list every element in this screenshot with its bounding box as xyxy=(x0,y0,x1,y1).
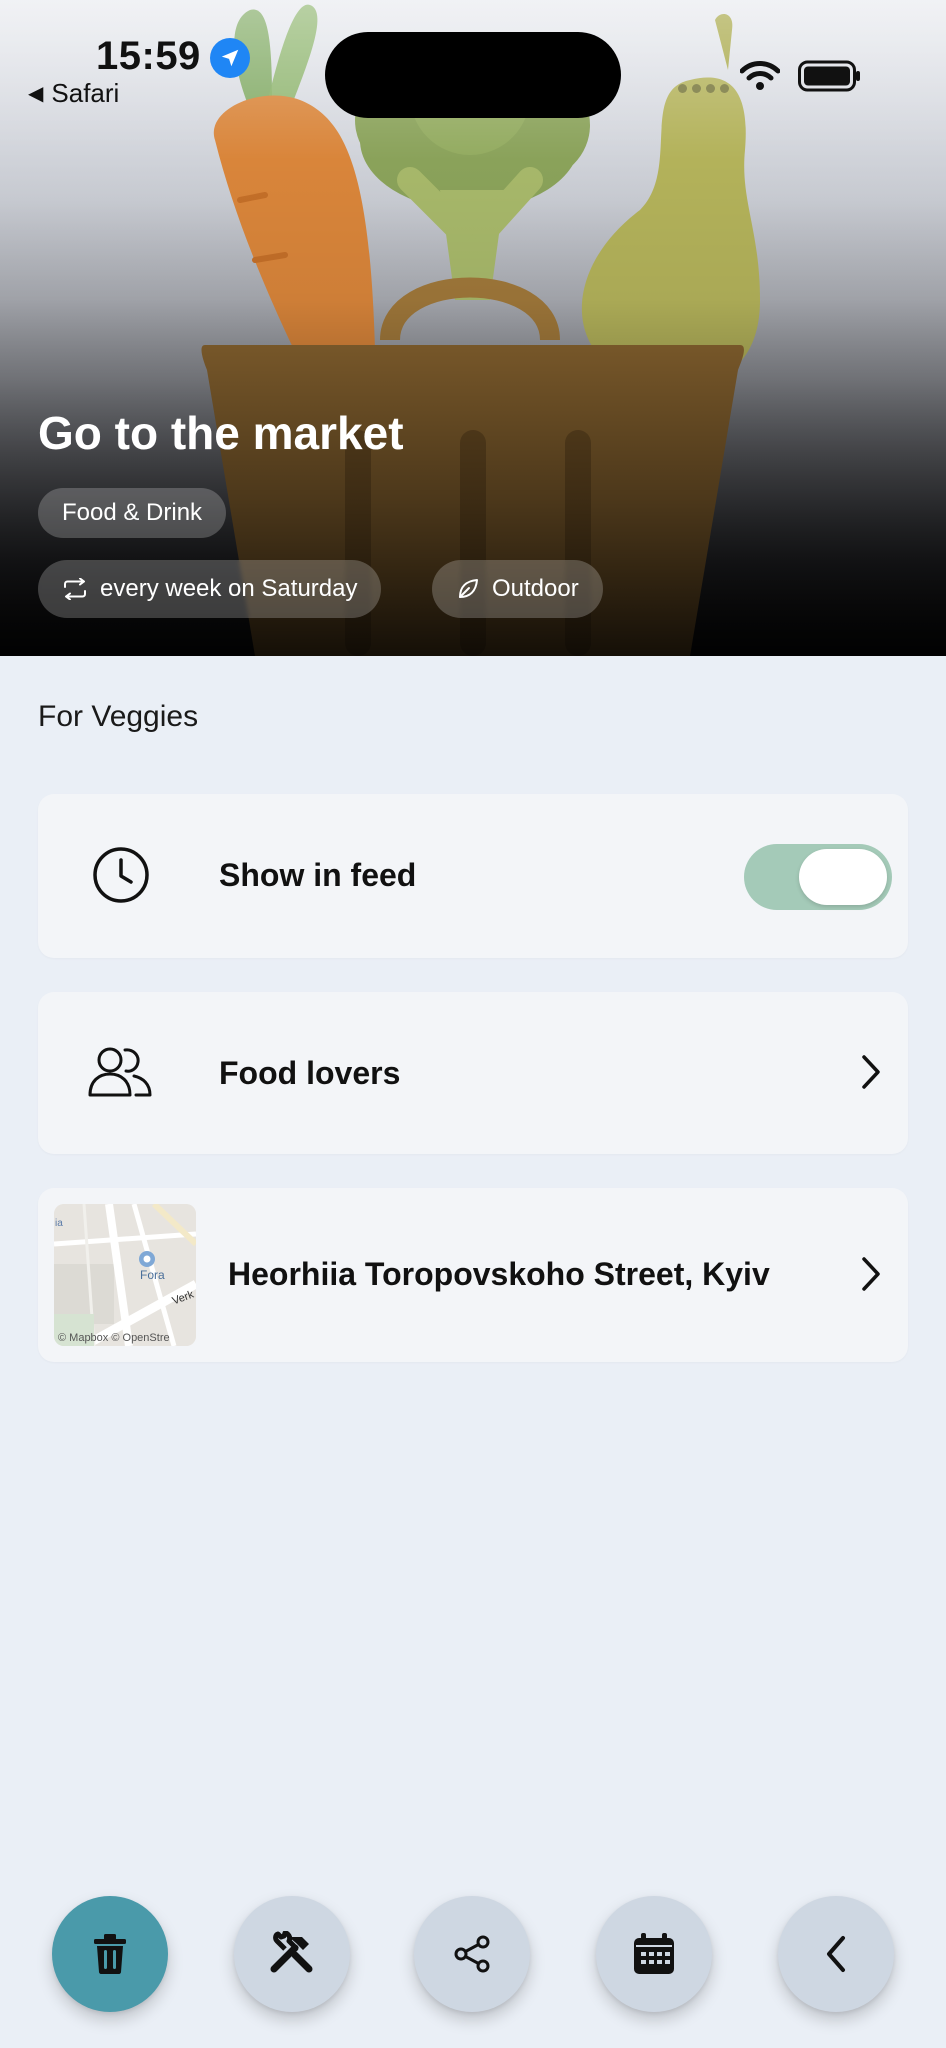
location-arrow-icon xyxy=(210,38,250,78)
wifi-icon xyxy=(740,61,780,90)
section-title: For Veggies xyxy=(38,700,199,733)
repeat-chip[interactable]: every week on Saturday xyxy=(38,560,382,618)
page-title: Go to the market xyxy=(38,407,404,459)
share-icon xyxy=(454,1935,490,1973)
tools-button[interactable] xyxy=(234,1896,350,2012)
back-triangle-icon: ◀ xyxy=(28,83,44,105)
map-tiles xyxy=(54,1204,196,1346)
show-in-feed-label: Show in feed xyxy=(219,857,417,893)
repeat-icon xyxy=(64,578,86,600)
show-in-feed-toggle[interactable] xyxy=(744,844,892,910)
chevron-right-icon xyxy=(862,1055,880,1089)
dynamic-island xyxy=(325,32,621,118)
status-time: 15:59 xyxy=(96,34,201,78)
place-type-chip[interactable]: Outdoor xyxy=(432,560,603,618)
people-icon xyxy=(88,1047,152,1097)
group-row[interactable]: Food lovers xyxy=(38,992,908,1154)
toggle-knob xyxy=(799,849,887,905)
map-attribution: © Mapbox © OpenStre xyxy=(58,1332,170,1344)
cellular-signal-icon xyxy=(678,84,729,93)
category-chip[interactable]: Food & Drink xyxy=(38,488,227,538)
back-app-label: Safari xyxy=(51,78,120,108)
tools-icon xyxy=(270,1931,313,1973)
category-label: Food & Drink xyxy=(62,499,203,526)
location-row[interactable]: Fora Verk ia © Mapbox © OpenStre Heorhii… xyxy=(38,1188,908,1362)
back-to-app-link[interactable]: ◀ Safari xyxy=(28,78,119,109)
map-edge-label: ia xyxy=(55,1218,63,1229)
hero-header: 15:59 ◀ Safari Go to the market Food & D… xyxy=(0,0,946,656)
delete-button[interactable] xyxy=(52,1896,168,2012)
group-label: Food lovers xyxy=(219,1055,401,1091)
clock-icon xyxy=(93,847,149,903)
share-button[interactable] xyxy=(414,1896,530,2012)
battery-icon xyxy=(798,60,860,92)
map-poi-label: Fora xyxy=(140,1268,165,1282)
calendar-button[interactable] xyxy=(596,1896,712,2012)
chevron-right-icon xyxy=(862,1257,880,1291)
leaf-icon xyxy=(459,579,478,598)
place-type-label: Outdoor xyxy=(492,575,579,602)
calendar-icon xyxy=(634,1933,674,1974)
location-address: Heorhiia Toropovskoho Street, Kyiv xyxy=(228,1256,770,1292)
show-in-feed-row: Show in feed xyxy=(38,794,908,958)
chevron-left-icon xyxy=(827,1936,845,1972)
map-thumbnail: Fora Verk ia © Mapbox © OpenStre xyxy=(54,1204,196,1346)
trash-icon xyxy=(94,1934,126,1974)
back-button[interactable] xyxy=(778,1896,894,2012)
repeat-label: every week on Saturday xyxy=(100,575,358,602)
